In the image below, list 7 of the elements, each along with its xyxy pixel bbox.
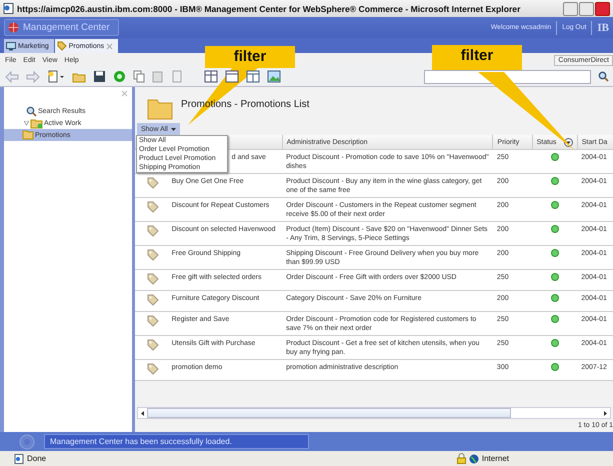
status-text: Done xyxy=(27,454,46,463)
callout-label: filter xyxy=(460,46,494,66)
zone-text: Internet xyxy=(482,454,509,463)
callout-label: filter xyxy=(232,47,268,67)
status-message: Management Center has been successfully loaded. xyxy=(44,434,309,449)
window-title: https://aimcp026.austin.ibm.com:8000 - IBM® Management Center for WebSphere® Commerce - Microsoft Internet Explorer xyxy=(17,4,520,14)
logo-text: IB xyxy=(597,22,609,34)
